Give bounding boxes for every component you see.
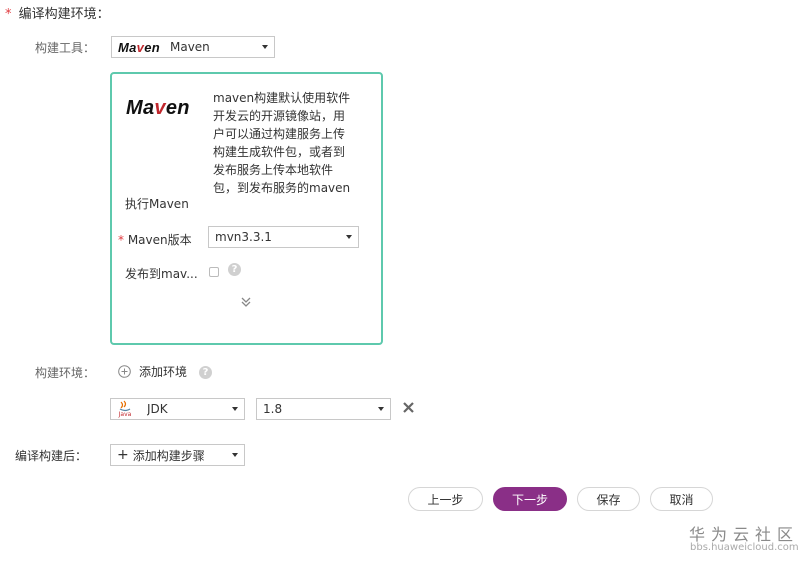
help-icon[interactable]: ?: [228, 263, 241, 276]
cancel-button[interactable]: 取消: [650, 487, 713, 511]
add-env-button[interactable]: 添加环境: [118, 363, 187, 380]
maven-version-label: * Maven版本: [118, 231, 192, 248]
next-step-button[interactable]: 下一步: [493, 487, 567, 511]
build-env-label: 构建环境：: [35, 366, 96, 380]
close-icon[interactable]: [402, 401, 415, 417]
description-line: 包，到发布服务的maven: [213, 181, 351, 195]
maven-card-logo: Maven: [126, 97, 190, 119]
env-type-select[interactable]: Java JDK: [110, 398, 245, 420]
add-env-label: 添加环境: [139, 365, 188, 379]
build-tool-select[interactable]: Maven Maven: [111, 36, 275, 58]
post-build-label: 编译构建后：: [15, 449, 88, 463]
required-mark: *: [5, 7, 12, 22]
maven-version-label-text: Maven版本: [127, 233, 192, 247]
save-button[interactable]: 保存: [577, 487, 640, 511]
description-line: 开发云的开源镜像站，用: [213, 109, 346, 123]
plus-icon: +: [117, 447, 129, 463]
publish-checkbox[interactable]: [209, 267, 219, 277]
publish-label: 发布到mav...: [125, 267, 198, 281]
watermark-url: bbs.huaweicloud.com: [690, 542, 799, 553]
add-build-step-label: 添加构建步骤: [132, 448, 205, 463]
maven-version-value: mvn3.3.1: [215, 230, 272, 244]
description-line: maven构建默认使用软件: [213, 91, 351, 105]
description-line: 构建生成软件包，或者到: [213, 145, 346, 159]
plus-circle-icon: [118, 365, 131, 378]
double-chevron-down-icon[interactable]: [240, 296, 252, 311]
chevron-down-icon: [346, 235, 352, 239]
add-build-step-select[interactable]: + 添加构建步骤: [110, 444, 245, 466]
help-icon[interactable]: ?: [199, 366, 212, 379]
exec-maven-text: 执行Maven: [125, 197, 189, 211]
chevron-down-icon: [232, 407, 238, 411]
description-line: 户可以通过构建服务上传: [213, 127, 346, 141]
java-icon: Java: [117, 400, 133, 418]
prev-step-button[interactable]: 上一步: [408, 487, 483, 511]
maven-small-logo: Maven: [118, 39, 160, 55]
chevron-down-icon: [378, 407, 384, 411]
chevron-down-icon: [232, 453, 238, 457]
env-type-value: JDK: [147, 402, 168, 416]
env-version-value: 1.8: [263, 402, 283, 416]
env-version-select[interactable]: 1.8: [256, 398, 391, 420]
build-tool-value: Maven: [169, 40, 210, 54]
chevron-down-icon: [262, 45, 268, 49]
maven-version-select[interactable]: mvn3.3.1: [208, 226, 359, 248]
required-mark: *: [118, 233, 124, 247]
build-tool-label: 构建工具：: [35, 41, 96, 55]
java-logo-text: Java: [118, 411, 132, 418]
section-title-text: 编译构建环境：: [18, 7, 110, 22]
section-title: * 编译构建环境：: [5, 3, 110, 22]
maven-build-card: Maven maven构建默认使用软件 开发云的开源镜像站，用 户可以通过构建服…: [110, 72, 383, 345]
description-line: 发布服务上传本地软件: [213, 163, 334, 177]
card-description: maven构建默认使用软件 开发云的开源镜像站，用 户可以通过构建服务上传 构建…: [213, 89, 378, 197]
